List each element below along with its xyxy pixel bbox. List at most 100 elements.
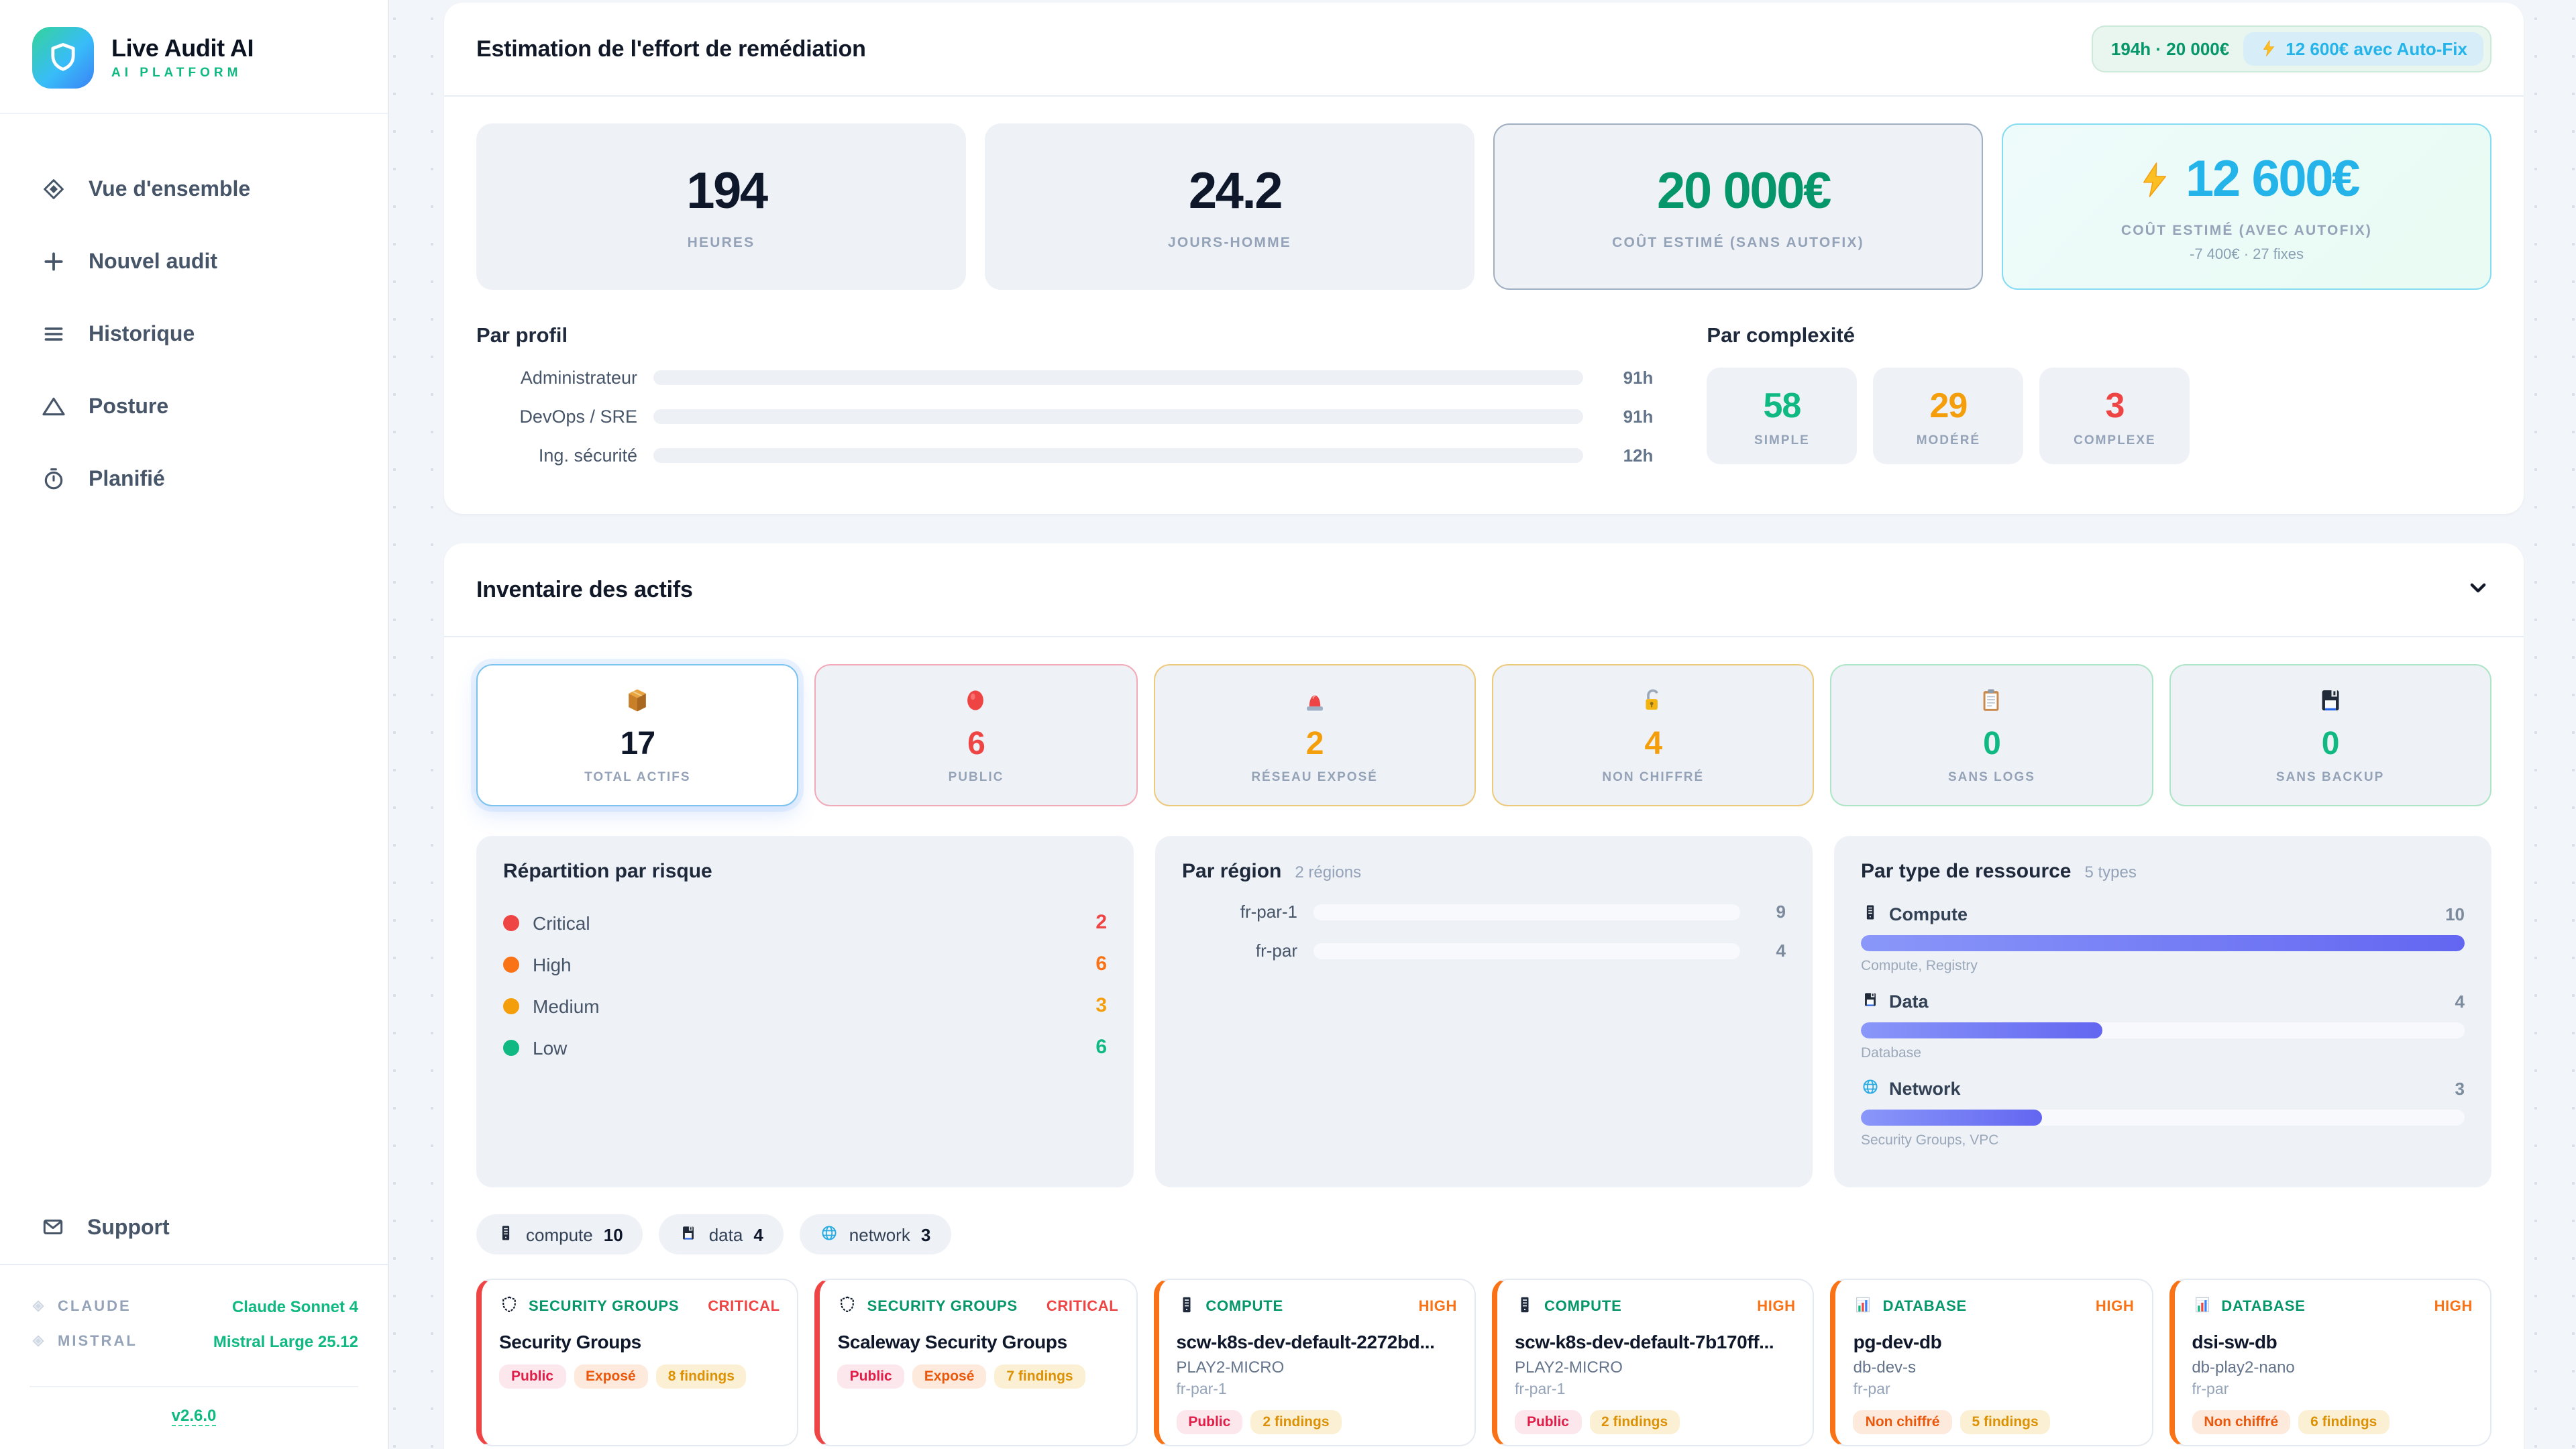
profile-hours: 91h [1599,407,1653,427]
stat-sub: -7 400€ · 27 fixes [2190,246,2304,262]
asset-card[interactable]: DATABASE HIGH dsi-sw-db db-play2-nano fr… [2169,1279,2491,1446]
autofix-badge-label: 12 600€ avec Auto-Fix [2286,39,2467,59]
dashboard-page: Live Audit AI AI PLATFORM Vue d'ensemble… [0,0,2576,1449]
profile-bar-row: Ing. sécurité 12h [476,445,1653,466]
asset-card[interactable]: DATABASE HIGH pg-dev-db db-dev-s fr-par [1831,1279,2153,1446]
filter-chip[interactable]: data 4 [659,1214,784,1254]
sidebar-nav-item[interactable]: Historique [0,299,388,372]
type-card-icon [1977,686,2006,718]
complexity-value: 58 [1715,385,1849,427]
asset-type-card[interactable]: 0 SANS LOGS [1831,664,2153,806]
region-value: 4 [1756,941,1786,961]
profile-label: DevOps / SRE [476,407,637,427]
asset-severity-badge: HIGH [1419,1299,1457,1315]
asset-tag: 8 findings [656,1364,747,1389]
region-count: 2 régions [1295,863,1361,881]
resource-title: Par type de ressource [1861,860,2072,883]
risk-dot [503,956,519,972]
nav-icon [40,248,67,278]
nav-icon [40,465,67,495]
app-logo: Live Audit AI AI PLATFORM [0,0,388,114]
chip-label: data [709,1224,743,1244]
filter-chips: compute 10 data 4 network [476,1214,2491,1254]
profile-bar-track [653,409,1583,424]
sidebar-nav-item[interactable]: Planifié [0,444,388,517]
stat-value: 20 000€ [1657,163,1830,221]
asset-subtitle: PLAY2-MICRO [1515,1358,1796,1377]
region-rows: fr-par-1 9 fr-par 4 [1182,902,1786,961]
by-profile: Par profil Administrateur 91h [476,325,1653,484]
nav-icon [40,175,67,205]
app-title: Live Audit AI [111,34,254,62]
asset-type-label: DATABASE [2221,1299,2305,1315]
asset-subtitle: db-play2-nano [2192,1358,2473,1377]
asset-subs: PLAY2-MICRO fr-par-1 [1176,1358,1457,1398]
region-title: Par région [1182,860,1281,883]
risk-rows: Critical 2 High 6 [503,902,1107,1068]
version-link[interactable]: v2.6.0 [172,1406,217,1426]
type-card-value: 17 [621,726,655,763]
asset-severity-badge: CRITICAL [708,1299,780,1315]
type-card-icon [623,686,652,718]
asset-title: Scaleway Security Groups [838,1331,1119,1352]
resource-row-top: Data 4 [1861,989,2465,1013]
asset-card-head: DATABASE HIGH [1854,1295,2135,1319]
gem-icon [30,1330,47,1354]
complexity-box: 3 COMPLEXE [2039,368,2190,464]
sidebar-nav-item[interactable]: Vue d'ensemble [0,154,388,227]
support-link[interactable]: Support [0,1194,388,1264]
nav-icon [40,320,67,350]
resource-row: Network 3 Security Groups, VPC [1861,1076,2465,1148]
asset-card[interactable]: SECURITY GROUPS CRITICAL Scaleway Securi… [815,1279,1138,1446]
asset-type-card[interactable]: 17 TOTAL ACTIFS [476,664,799,806]
asset-type-card[interactable]: 0 SANS BACKUP [2169,664,2491,806]
asset-title: dsi-sw-db [2192,1331,2473,1352]
asset-subs: db-play2-nano fr-par [2192,1358,2473,1398]
asset-tags: Public 2 findings [1515,1410,1796,1434]
risk-label: High [533,953,572,975]
nav-label: Vue d'ensemble [89,178,250,203]
complexity-value: 29 [1881,385,2015,427]
resource-sub: Database [1861,1045,2465,1061]
by-complexity: Par complexité 58 SIMPLE 29 [1707,325,2491,484]
asset-severity-badge: HIGH [2434,1299,2473,1315]
asset-tag: Exposé [912,1364,987,1389]
type-card-label: PUBLIC [949,770,1004,785]
sidebar-nav-item[interactable]: Nouvel audit [0,227,388,299]
asset-type-label: DATABASE [1883,1299,1967,1315]
resource-row: Compute 10 Compute, Registry [1861,902,2465,974]
asset-type-icon [499,1295,519,1319]
estimation-breakdown: Par profil Administrateur 91h [476,325,2491,484]
asset-card[interactable]: SECURITY GROUPS CRITICAL Security Groups… [476,1279,799,1446]
asset-type-label: COMPUTE [1544,1299,1622,1315]
asset-card[interactable]: COMPUTE HIGH scw-k8s-dev-default-2272bd.… [1153,1279,1476,1446]
asset-type-icon [1176,1295,1196,1319]
filter-chip[interactable]: compute 10 [476,1214,643,1254]
type-card-value: 6 [967,726,985,763]
asset-type-card[interactable]: 2 RÉSEAU EXPOSÉ [1153,664,1476,806]
stat-value: 24.2 [1189,163,1281,221]
chevron-down-icon[interactable] [2465,574,2491,605]
filter-chip[interactable]: network 3 [800,1214,951,1254]
risk-panel-head: Répartition par risque [503,860,1107,883]
asset-card[interactable]: COMPUTE HIGH scw-k8s-dev-default-7b170ff… [1492,1279,1815,1446]
asset-title: Security Groups [499,1331,780,1352]
sidebar-nav-item[interactable]: Posture [0,372,388,444]
inventory-body: 17 TOTAL ACTIFS 6 PUBLIC 2 [444,637,2524,1449]
asset-type-card[interactable]: 4 NON CHIFFRÉ [1492,664,1815,806]
asset-severity-badge: HIGH [2096,1299,2134,1315]
asset-severity-badge: CRITICAL [1046,1299,1118,1315]
profile-label: Administrateur [476,368,637,388]
type-card-label: RÉSEAU EXPOSÉ [1251,770,1378,785]
resource-icon [1861,1076,1880,1100]
resource-icon [1861,989,1880,1013]
risk-dot [503,998,519,1014]
asset-type-card[interactable]: 6 PUBLIC [815,664,1138,806]
autofix-badge: 12 600€ avec Auto-Fix [2243,32,2483,66]
chip-label: compute [526,1224,593,1244]
risk-label: Low [533,1036,567,1058]
stat-value: 194 [686,163,767,221]
chip-count: 4 [753,1224,763,1244]
stat-card: 24.2 JOURS-HOMME [985,123,1474,290]
resource-bar-fill [1861,935,2465,951]
